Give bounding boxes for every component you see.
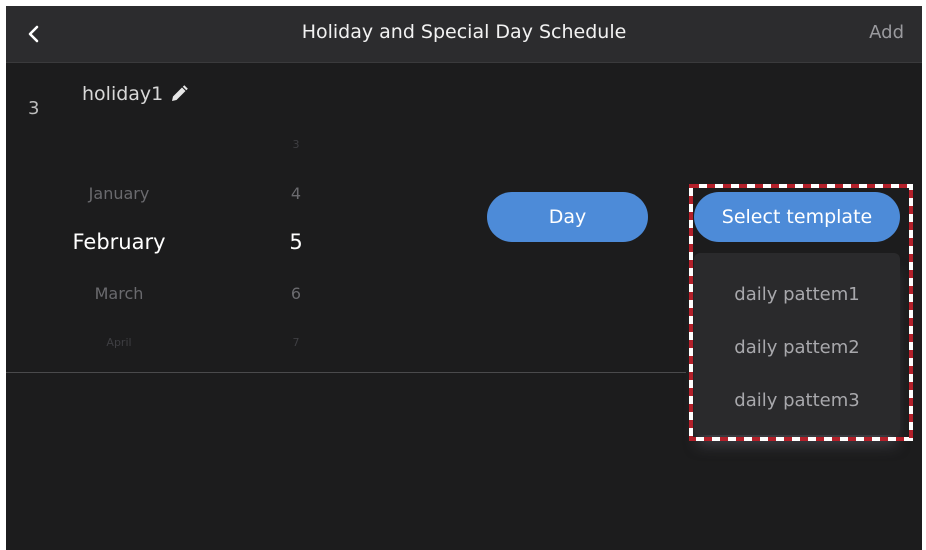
holiday-name-field[interactable]: holiday1: [82, 83, 189, 105]
select-template-button[interactable]: Select template: [694, 192, 900, 242]
day-option[interactable]: 3: [293, 138, 300, 151]
template-option-3[interactable]: daily pattem3: [694, 378, 900, 422]
template-option-2[interactable]: daily pattem2: [694, 325, 900, 369]
holiday-name-label: holiday1: [82, 83, 164, 105]
header-bar: Holiday and Special Day Schedule Add: [6, 6, 922, 63]
schedule-screen: Holiday and Special Day Schedule Add 3 h…: [6, 6, 922, 550]
day-option-selected[interactable]: 5: [289, 230, 302, 254]
day-option[interactable]: 4: [291, 184, 301, 203]
month-option[interactable]: April: [106, 336, 131, 349]
day-button[interactable]: Day: [487, 192, 648, 242]
month-option[interactable]: January: [89, 184, 150, 203]
pencil-icon[interactable]: [169, 84, 189, 104]
template-option-1[interactable]: daily pattem1: [694, 272, 900, 316]
section-divider: [6, 372, 686, 373]
month-option[interactable]: March: [95, 284, 144, 303]
template-dropdown: daily pattem1 daily pattem2 daily pattem…: [694, 253, 900, 435]
holiday-index: 3: [28, 98, 40, 119]
page-title: Holiday and Special Day Schedule: [301, 21, 627, 43]
add-button[interactable]: Add: [869, 22, 904, 43]
month-option-selected[interactable]: February: [72, 230, 165, 254]
day-option[interactable]: 7: [293, 336, 300, 349]
day-option[interactable]: 6: [291, 284, 301, 303]
